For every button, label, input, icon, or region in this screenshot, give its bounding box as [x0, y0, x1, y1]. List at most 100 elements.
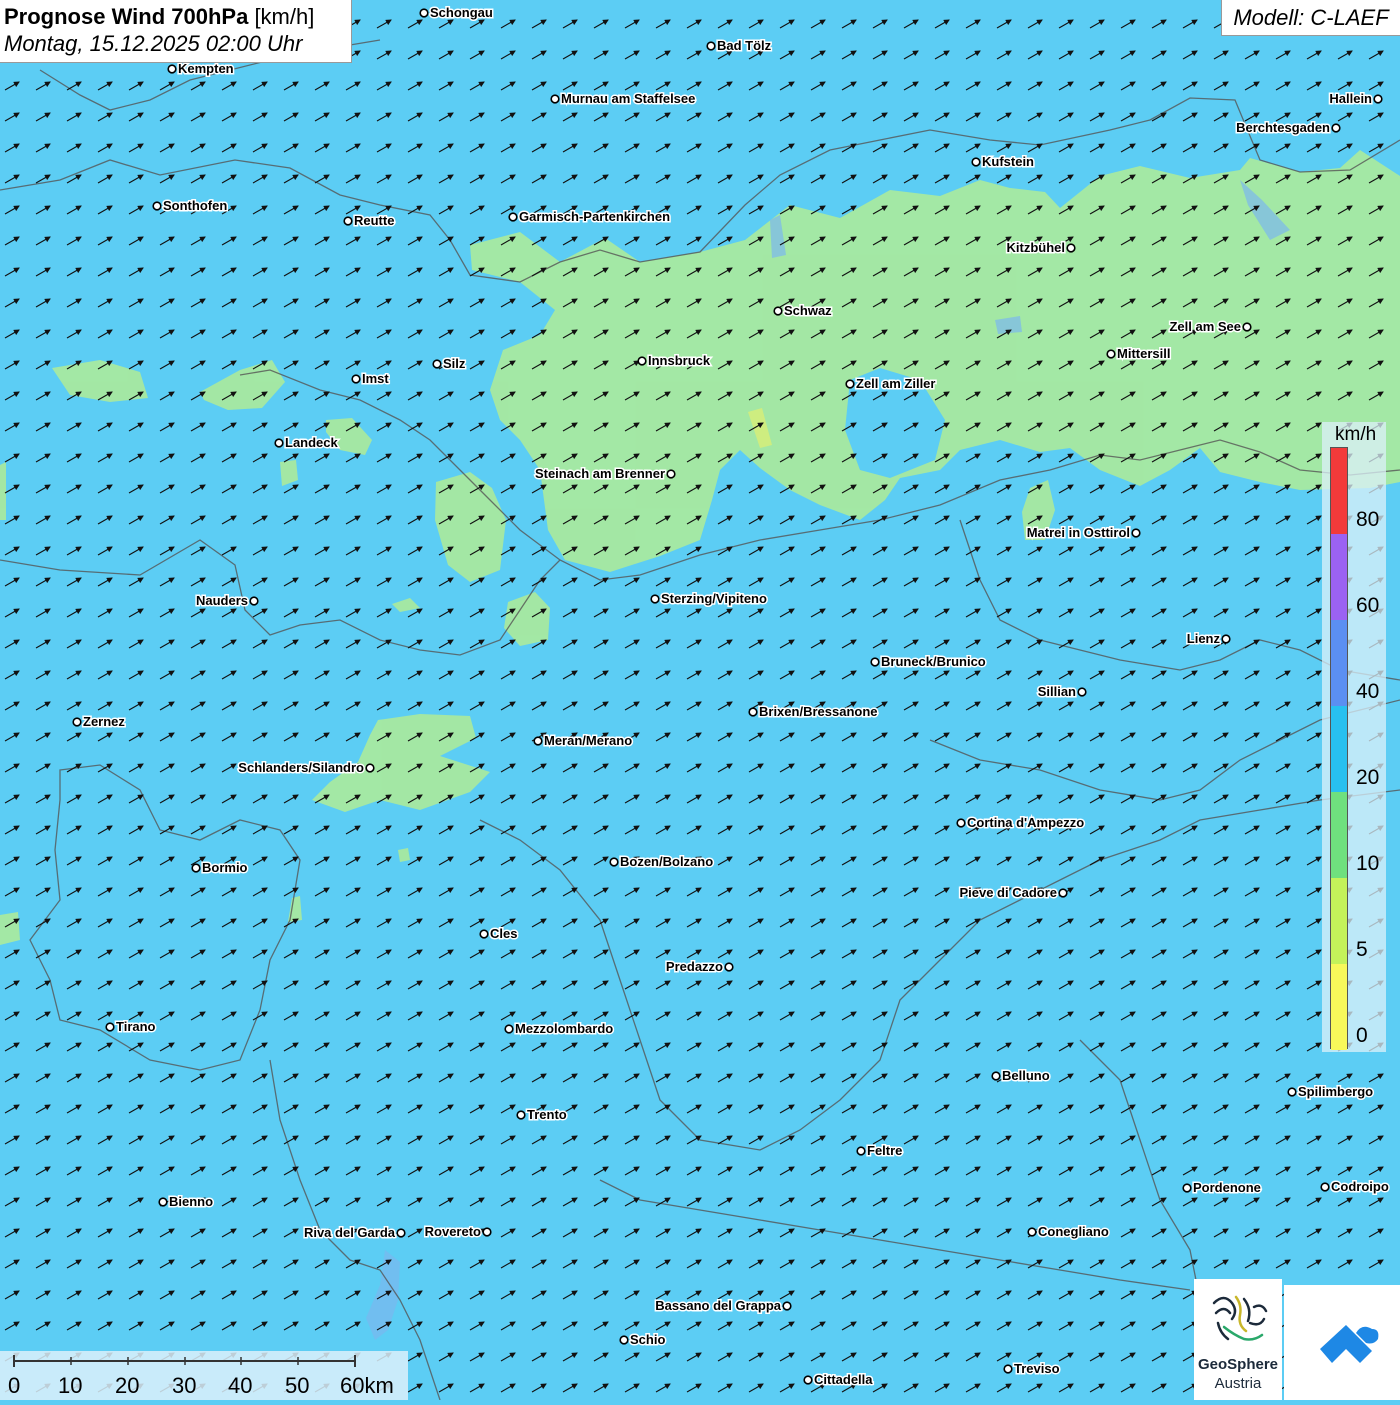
city-label: Sterzing/Vipiteno: [661, 591, 767, 606]
scale-label: 20: [115, 1373, 140, 1398]
city-dot: [1131, 528, 1141, 538]
city-dot: [479, 929, 489, 939]
city-label: Sillian: [1038, 684, 1076, 699]
city-dot: [533, 736, 543, 746]
city-dot: [773, 306, 783, 316]
geosphere-logo[interactable]: GeoSphere Austria: [1194, 1279, 1282, 1400]
legend-segment: [1331, 448, 1347, 534]
city-marker[interactable]: Steinach am Brenner: [533, 465, 676, 483]
city-label: Cittadella: [814, 1372, 873, 1387]
city-marker[interactable]: Zell am Ziller: [845, 375, 937, 393]
city-label: Zernez: [83, 714, 125, 729]
city-dot: [845, 379, 855, 389]
city-dot: [343, 216, 353, 226]
calm-area-small-5: [398, 848, 410, 862]
city-dot: [1320, 1182, 1330, 1192]
city-dot: [870, 657, 880, 667]
city-label: Mezzolombardo: [515, 1021, 613, 1036]
city-marker[interactable]: Kufstein: [971, 153, 1036, 171]
city-marker[interactable]: Berchtesgaden: [1235, 119, 1341, 137]
city-label: Codroipo: [1331, 1179, 1389, 1194]
city-label: Berchtesgaden: [1236, 120, 1330, 135]
city-marker[interactable]: Codroipo: [1320, 1178, 1390, 1196]
city-label: Conegliano: [1038, 1224, 1109, 1239]
city-marker[interactable]: Schongau: [419, 4, 494, 22]
city-marker[interactable]: Kitzbühel: [1005, 239, 1076, 257]
wind-map[interactable]: Schongau Bad Tölz Kempten Murnau am Staffel…: [0, 0, 1400, 1400]
map-title-main: Prognose Wind 700hPa: [4, 4, 249, 29]
city-marker[interactable]: Pordenone: [1182, 1179, 1262, 1197]
city-dot: [956, 818, 966, 828]
city-label: Steinach am Brenner: [535, 466, 665, 481]
legend-segment: [1331, 534, 1347, 620]
city-label: Reutte: [354, 213, 394, 228]
city-dot: [1058, 888, 1068, 898]
map-title: Prognose Wind 700hPa [km/h]: [4, 4, 351, 30]
city-dot: [666, 469, 676, 479]
app-logo[interactable]: [1284, 1285, 1400, 1400]
city-marker[interactable]: Cittadella: [803, 1371, 875, 1389]
city-dot: [274, 438, 284, 448]
city-label: Bassano del Grappa: [655, 1298, 781, 1313]
city-marker[interactable]: Mittersill: [1106, 345, 1172, 363]
city-marker[interactable]: Predazzo: [664, 958, 734, 976]
city-dot: [504, 1024, 514, 1034]
legend-tick: 60: [1356, 594, 1380, 617]
city-dot: [1066, 243, 1076, 253]
city-marker[interactable]: Landeck: [274, 434, 340, 452]
city-dot: [516, 1110, 526, 1120]
city-dot: [365, 763, 375, 773]
city-label: Zell am See: [1169, 319, 1241, 334]
city-dot: [432, 359, 442, 369]
city-label: Hallein: [1329, 91, 1372, 106]
city-label: Feltre: [867, 1143, 902, 1158]
city-marker[interactable]: Mezzolombardo: [504, 1020, 615, 1038]
city-marker[interactable]: Bassano del Grappa: [654, 1297, 792, 1315]
city-label: Trento: [527, 1107, 567, 1122]
city-label: Schlanders/Silandro: [238, 760, 364, 775]
city-dot: [105, 1022, 115, 1032]
city-marker[interactable]: Bozen/Bolzano: [609, 853, 715, 871]
city-marker[interactable]: Innsbruck: [637, 352, 712, 370]
model-label: Modell: C-LAEF: [1221, 0, 1400, 36]
city-label: Pordenone: [1193, 1180, 1261, 1195]
city-marker[interactable]: Pieve di Cadore: [958, 884, 1068, 902]
city-label: Kufstein: [982, 154, 1034, 169]
legend-segment: [1331, 706, 1347, 792]
city-marker[interactable]: Zell am See: [1168, 318, 1252, 336]
city-dot: [1003, 1364, 1013, 1374]
city-marker[interactable]: Meran/Merano: [533, 732, 634, 750]
city-label: Murnau am Staffelsee: [561, 91, 695, 106]
city-marker[interactable]: Schlanders/Silandro: [237, 759, 375, 777]
city-marker[interactable]: Bruneck/Brunico: [870, 653, 987, 671]
city-dot: [419, 8, 429, 18]
city-marker[interactable]: Rovereto: [423, 1223, 492, 1241]
city-dot: [748, 707, 758, 717]
city-marker[interactable]: Spilimbergo: [1287, 1083, 1375, 1101]
city-dot: [706, 41, 716, 51]
city-dot: [1182, 1183, 1192, 1193]
city-marker[interactable]: Conegliano: [1027, 1223, 1110, 1241]
city-marker[interactable]: Cortina d'Ampezzo: [956, 814, 1086, 832]
city-label: Cles: [490, 926, 517, 941]
city-marker[interactable]: Sonthofen: [152, 197, 229, 215]
city-marker[interactable]: Brixen/Bressanone: [748, 703, 879, 721]
city-label: Innsbruck: [648, 353, 711, 368]
calm-area-small-4: [0, 912, 20, 945]
city-marker[interactable]: Kempten: [167, 60, 235, 78]
city-label: Kitzbühel: [1007, 240, 1066, 255]
city-marker[interactable]: Murnau am Staffelsee: [550, 90, 697, 108]
city-marker[interactable]: Riva del Garda: [302, 1224, 406, 1242]
scale-label: 40: [228, 1373, 253, 1398]
city-dot: [1027, 1227, 1037, 1237]
city-label: Bad Tölz: [717, 38, 772, 53]
city-marker[interactable]: Sterzing/Vipiteno: [650, 590, 768, 608]
legend-tick: 0: [1356, 1024, 1368, 1047]
app-logo-icon: [1320, 1325, 1379, 1363]
city-dot: [856, 1146, 866, 1156]
city-marker[interactable]: Garmisch-Partenkirchen: [508, 208, 672, 226]
city-marker[interactable]: Bad Tölz: [706, 37, 773, 55]
legend-unit: km/h: [1335, 424, 1377, 445]
city-marker[interactable]: Matrei in Osttirol: [1025, 524, 1141, 542]
city-dot: [991, 1071, 1001, 1081]
